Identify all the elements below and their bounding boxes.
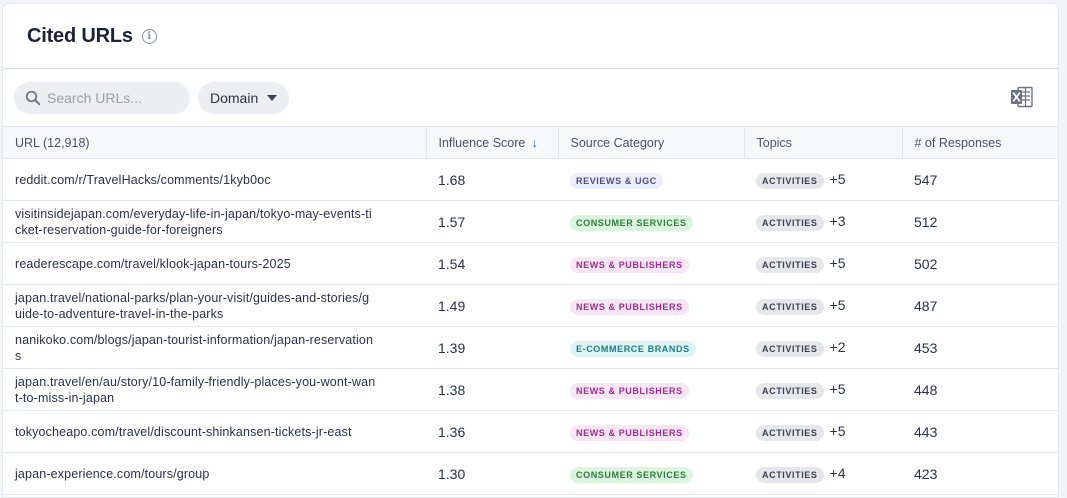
source-category-cell: E-COMMERCE BRANDS: [558, 326, 744, 369]
topics-cell: ACTIVITIES +4: [744, 452, 902, 495]
source-category-badge: NEWS & PUBLISHERS: [570, 382, 689, 399]
topic-badge: ACTIVITIES: [756, 298, 824, 315]
caret-down-icon: [267, 94, 278, 101]
topic-badge: ACTIVITIES: [756, 424, 824, 441]
more-topics-count[interactable]: +5: [830, 423, 846, 439]
table-row[interactable]: japan.travel/national-parks/plan-your-vi…: [3, 284, 1058, 327]
url-cell[interactable]: japan.travel/national-parks/plan-your-vi…: [3, 284, 426, 327]
more-topics-count[interactable]: +5: [830, 171, 846, 187]
topic-badge: ACTIVITIES: [756, 466, 824, 483]
source-category-cell: CONSUMER SERVICES: [558, 452, 744, 495]
page-title: Cited URLs: [27, 24, 133, 47]
source-category-cell: NEWS & PUBLISHERS: [558, 368, 744, 411]
topics-cell: ACTIVITIES +5: [744, 410, 902, 453]
responses-cell: 423: [902, 452, 1058, 495]
influence-score-cell: 1.38: [426, 368, 558, 411]
topics-cell: ACTIVITIES +5: [744, 242, 902, 285]
responses-cell: 547: [902, 158, 1058, 201]
panel-header: Cited URLs i: [3, 4, 1058, 69]
domain-filter-label: Domain: [210, 89, 259, 106]
more-topics-count[interactable]: +2: [830, 339, 846, 355]
responses-cell: 512: [902, 200, 1058, 243]
influence-score-cell: 1.68: [426, 158, 558, 201]
source-category-badge: E-COMMERCE BRANDS: [570, 340, 696, 357]
column-header-influence-score[interactable]: Influence Score ↓: [426, 126, 559, 159]
source-category-badge: NEWS & PUBLISHERS: [570, 424, 689, 441]
source-category-badge: NEWS & PUBLISHERS: [570, 298, 689, 315]
info-icon[interactable]: i: [141, 28, 157, 44]
more-topics-count[interactable]: +5: [830, 255, 846, 271]
table-row[interactable]: japan.travel/en/au/story/10-family-frien…: [3, 368, 1058, 411]
topic-badge: ACTIVITIES: [756, 256, 824, 273]
table-row[interactable]: japan-experience.com/tours/group 1.30 CONS…: [3, 452, 1058, 495]
more-topics-count[interactable]: +5: [830, 297, 846, 313]
responses-cell: 453: [902, 326, 1058, 369]
responses-cell: 443: [902, 410, 1058, 453]
excel-export-icon[interactable]: [1010, 86, 1034, 108]
search-icon: [25, 90, 41, 105]
topic-badge: ACTIVITIES: [756, 214, 824, 231]
influence-score-cell: 1.49: [426, 284, 558, 327]
toolbar: Domain: [3, 69, 1058, 126]
url-cell[interactable]: japan.travel/en/au/story/10-family-frien…: [3, 368, 426, 411]
table-row[interactable]: readerescape.com/travel/klook-japan-tour…: [3, 242, 1058, 285]
source-category-badge: CONSUMER SERVICES: [570, 466, 693, 483]
search-input[interactable]: [47, 89, 187, 106]
influence-score-cell: 1.39: [426, 326, 558, 369]
source-category-cell: REVIEWS & UGC: [558, 158, 744, 201]
topic-badge: ACTIVITIES: [756, 382, 824, 399]
domain-filter-button[interactable]: Domain: [198, 81, 290, 114]
table-header-row: URL (12,918) Influence Score ↓ Source Cat…: [3, 126, 1058, 159]
source-category-cell: CONSUMER SERVICES: [558, 200, 744, 243]
cited-urls-panel: Cited URLs i Domain: [2, 3, 1059, 498]
url-cell[interactable]: tokyocheapo.com/travel/discount-shinkans…: [3, 410, 426, 453]
topics-cell: ACTIVITIES +5: [744, 368, 902, 411]
cited-urls-table: URL (12,918) Influence Score ↓ Source Cat…: [3, 126, 1058, 495]
source-category-cell: NEWS & PUBLISHERS: [558, 410, 744, 453]
topics-cell: ACTIVITIES +3: [744, 200, 902, 243]
source-category-badge: NEWS & PUBLISHERS: [570, 256, 689, 273]
column-header-url[interactable]: URL (12,918): [3, 126, 427, 159]
more-topics-count[interactable]: +4: [830, 465, 846, 481]
source-category-cell: NEWS & PUBLISHERS: [558, 242, 744, 285]
influence-score-cell: 1.30: [426, 452, 558, 495]
url-cell[interactable]: japan-experience.com/tours/group: [3, 452, 426, 495]
influence-score-cell: 1.36: [426, 410, 558, 453]
source-category-badge: CONSUMER SERVICES: [570, 214, 693, 231]
influence-score-cell: 1.54: [426, 242, 558, 285]
table-row[interactable]: reddit.com/r/TravelHacks/comments/1kyb0o…: [3, 158, 1058, 201]
more-topics-count[interactable]: +5: [830, 381, 846, 397]
url-cell[interactable]: reddit.com/r/TravelHacks/comments/1kyb0o…: [3, 158, 426, 201]
influence-score-cell: 1.57: [426, 200, 558, 243]
topics-cell: ACTIVITIES +5: [744, 158, 902, 201]
column-header-source-category[interactable]: Source Category: [558, 126, 745, 159]
url-cell[interactable]: nanikoko.com/blogs/japan-tourist-informa…: [3, 326, 426, 369]
responses-cell: 502: [902, 242, 1058, 285]
topic-badge: ACTIVITIES: [756, 340, 824, 357]
topics-cell: ACTIVITIES +2: [744, 326, 902, 369]
responses-cell: 448: [902, 368, 1058, 411]
column-header-responses[interactable]: # of Responses: [902, 126, 1058, 159]
table-row[interactable]: tokyocheapo.com/travel/discount-shinkans…: [3, 410, 1058, 453]
more-topics-count[interactable]: +3: [830, 213, 846, 229]
column-header-topics[interactable]: Topics: [744, 126, 903, 159]
table-row[interactable]: visitinsidejapan.com/everyday-life-in-ja…: [3, 200, 1058, 243]
responses-cell: 487: [902, 284, 1058, 327]
search-box[interactable]: [14, 81, 190, 114]
table-row[interactable]: nanikoko.com/blogs/japan-tourist-informa…: [3, 326, 1058, 369]
source-category-badge: REVIEWS & UGC: [570, 172, 663, 189]
url-cell[interactable]: visitinsidejapan.com/everyday-life-in-ja…: [3, 200, 426, 243]
arrow-down-icon[interactable]: ↓: [531, 135, 538, 150]
topics-cell: ACTIVITIES +5: [744, 284, 902, 327]
source-category-cell: NEWS & PUBLISHERS: [558, 284, 744, 327]
url-cell[interactable]: readerescape.com/travel/klook-japan-tour…: [3, 242, 426, 285]
topic-badge: ACTIVITIES: [756, 172, 824, 189]
